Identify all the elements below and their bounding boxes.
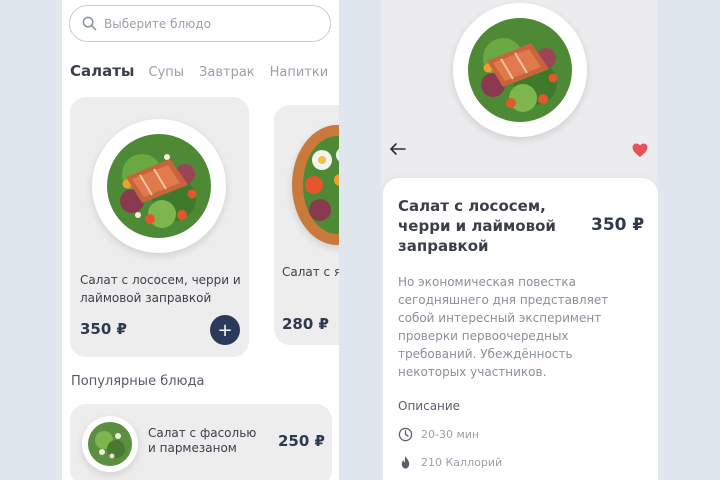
tab-soups[interactable]: Супы xyxy=(149,65,185,80)
dish-detail-card: Салат с лососем, черри и лаймовой заправ… xyxy=(383,178,658,480)
dish-hero-image xyxy=(453,3,587,137)
dish-description: Но экономическая повестка сегодняшнего д… xyxy=(398,275,609,379)
dish-image xyxy=(82,416,138,472)
dish-title: Салат с яйцом и xyxy=(282,265,339,279)
clock-icon xyxy=(398,427,413,442)
search-bar[interactable] xyxy=(69,5,331,42)
tab-breakfast[interactable]: Завтрак xyxy=(199,65,255,80)
dish-detail-screen: Салат с лососем, черри и лаймовой заправ… xyxy=(381,0,658,480)
popular-item-price: 250 ₽ xyxy=(278,432,325,450)
search-icon xyxy=(82,16,97,31)
dish-title: Салат с лососем, черри и лаймовой заправ… xyxy=(80,273,241,305)
popular-section-title: Популярные блюда xyxy=(71,374,205,389)
dish-card[interactable]: Салат с лососем, черри и лаймовой заправ… xyxy=(70,97,249,357)
description-label: Описание xyxy=(398,399,461,413)
search-input[interactable] xyxy=(104,16,304,31)
favorite-heart-icon[interactable] xyxy=(632,143,648,158)
add-to-cart-button[interactable]: + xyxy=(210,315,240,345)
category-tabs: Салаты Супы Завтрак Напитки xyxy=(70,62,339,80)
dish-image xyxy=(292,125,339,245)
dish-price: 280 ₽ xyxy=(282,315,329,333)
flame-icon xyxy=(401,455,410,469)
dish-price: 350 ₽ xyxy=(80,320,127,338)
dish-image xyxy=(92,119,226,253)
tab-salads[interactable]: Салаты xyxy=(70,62,135,80)
calories: 210 Каллорий xyxy=(398,455,502,470)
dish-card[interactable]: Салат с яйцом и 280 ₽ xyxy=(274,105,339,345)
calories-value: 210 Каллорий xyxy=(421,456,503,469)
cook-time-value: 20-30 мин xyxy=(421,428,480,441)
tab-drinks[interactable]: Напитки xyxy=(270,65,329,80)
dish-detail-price: 350 ₽ xyxy=(591,215,645,235)
dish-detail-title: Салат с лососем, черри и лаймовой заправ… xyxy=(398,197,556,255)
back-arrow-icon[interactable] xyxy=(389,140,407,158)
menu-screen: Салаты Супы Завтрак Напитки xyxy=(62,0,339,480)
popular-item-name: Салат с фасолью и пармезаном xyxy=(148,426,257,455)
popular-item[interactable]: Салат с фасолью и пармезаном 250 ₽ xyxy=(70,404,332,480)
cook-time: 20-30 мин xyxy=(398,427,479,442)
